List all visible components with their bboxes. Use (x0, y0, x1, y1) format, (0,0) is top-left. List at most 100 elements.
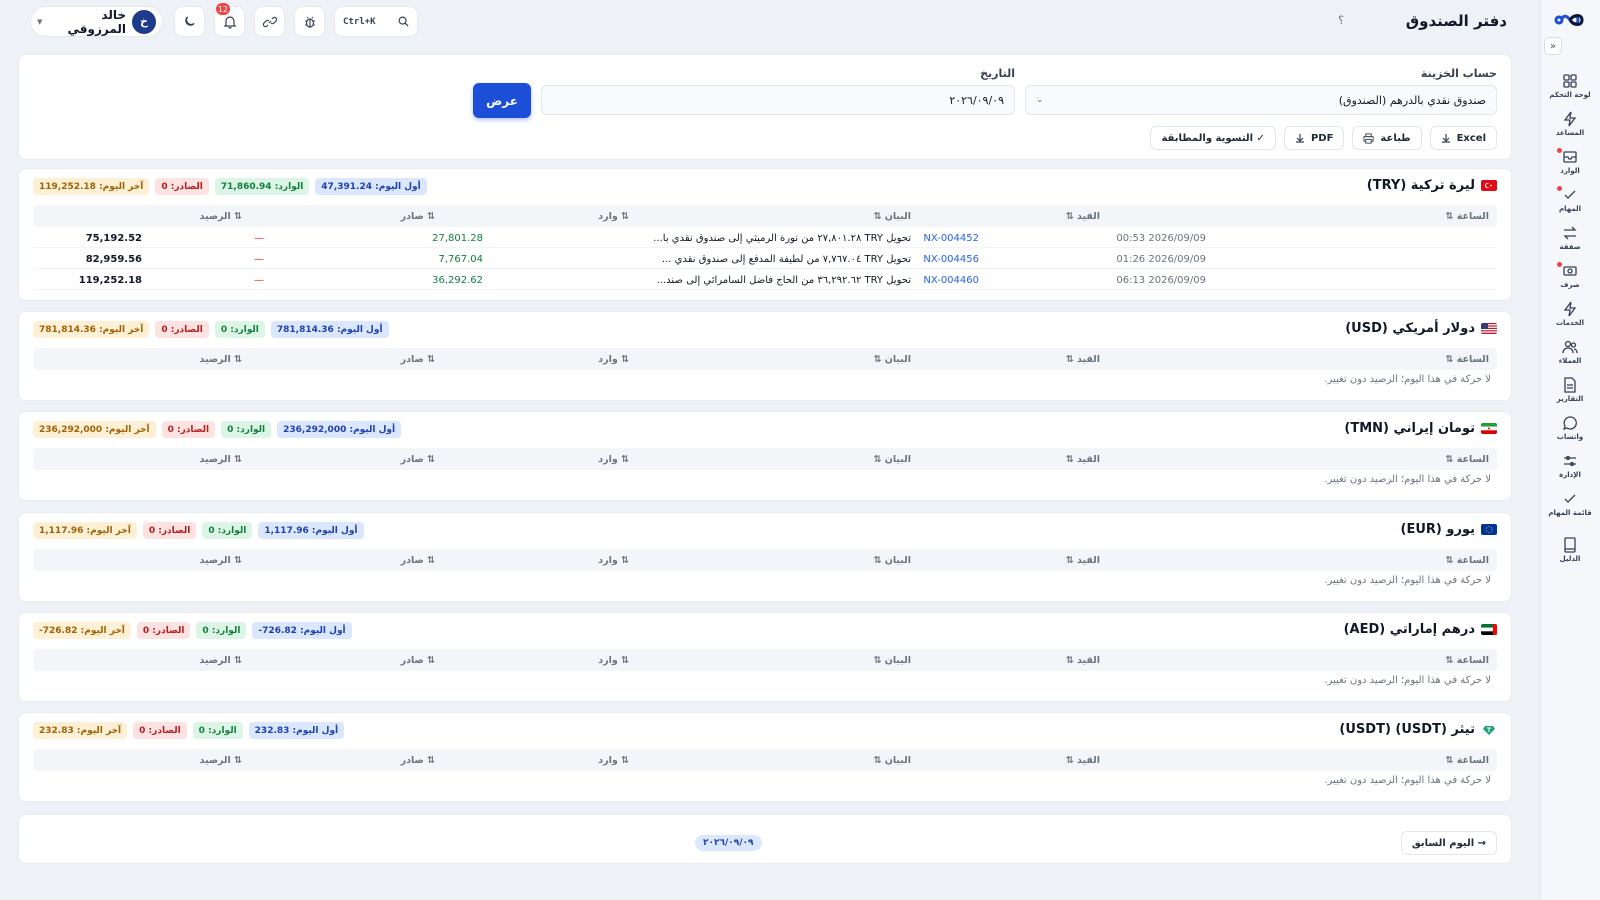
col-in[interactable]: ⇅ وارد (598, 348, 629, 370)
col-ref[interactable]: القيد ⇅ (1066, 649, 1100, 671)
bug-report-button[interactable] (294, 6, 325, 37)
row-ref-link[interactable]: NX-004456 (923, 248, 979, 270)
col-out[interactable]: ⇅ صادر (401, 448, 435, 470)
col-desc[interactable]: البيان ⇅ (873, 205, 911, 227)
table-row[interactable]: 2026/09/09 01:26 NX-004456 تحويل TRY ٧,٧٦٧… (33, 248, 1497, 269)
theme-toggle-button[interactable] (174, 6, 205, 37)
sidebar-item-5[interactable]: صرف (1540, 256, 1600, 294)
link-button[interactable] (254, 6, 285, 37)
flag-icon (1481, 524, 1497, 535)
date-input[interactable]: ٢٠٢٦/٠٩/٠٩ (541, 85, 1015, 115)
logo-icon[interactable] (1552, 8, 1588, 32)
col-desc[interactable]: البيان ⇅ (873, 348, 911, 370)
col-time[interactable]: الساعة ⇅ (1445, 549, 1489, 571)
export-excel-button[interactable]: Excel (1429, 126, 1497, 150)
currency-header: تيثر (USDT) (USDT) أول اليوم: 232.83 الوار… (33, 721, 1497, 743)
currency-name: يورو (EUR) (1400, 522, 1475, 537)
col-ref[interactable]: القيد ⇅ (1066, 549, 1100, 571)
sidebar-item-1[interactable]: المساعد (1540, 104, 1600, 142)
sidebar-item-4[interactable]: صفقة (1540, 218, 1600, 256)
col-in[interactable]: ⇅ وارد (598, 749, 629, 771)
col-out[interactable]: ⇅ صادر (401, 549, 435, 571)
col-out[interactable]: ⇅ صادر (401, 348, 435, 370)
col-out[interactable]: ⇅ صادر (401, 749, 435, 771)
row-ref-link[interactable]: NX-004460 (923, 269, 979, 291)
outgoing-chip: الصادر: 0 (142, 522, 197, 539)
sidebar-item-label: واتساب (1556, 432, 1584, 441)
col-ref[interactable]: القيد ⇅ (1066, 205, 1100, 227)
col-desc[interactable]: البيان ⇅ (873, 549, 911, 571)
topbar: دفتر الصندوق ؟ Ctrl+K 12 خ خالد المرزوقي… (0, 0, 1540, 44)
currency-section-ir: تومان إيراني (TMN) أول اليوم: 236,292,000… (18, 411, 1512, 501)
sidebar-item-7[interactable]: العملاء (1540, 332, 1600, 370)
bolt-icon (1563, 301, 1577, 316)
user-menu[interactable]: خ خالد المرزوقي ▼ (30, 6, 163, 37)
bolt-icon (1563, 111, 1577, 126)
col-balance[interactable]: ⇅ الرصيد (199, 348, 242, 370)
col-time[interactable]: الساعة ⇅ (1445, 649, 1489, 671)
col-time[interactable]: الساعة ⇅ (1445, 348, 1489, 370)
sidebar-item-12[interactable]: الدليل (1540, 530, 1600, 568)
previous-day-button[interactable]: → اليوم السابق (1400, 831, 1497, 855)
col-out[interactable]: ⇅ صادر (401, 649, 435, 671)
col-in[interactable]: ⇅ وارد (598, 649, 629, 671)
search-shortcut: Ctrl+K (343, 16, 376, 27)
row-in: 7,767.04 (438, 253, 483, 265)
sidebar-item-2[interactable]: الوارد (1540, 142, 1600, 180)
table-header: الساعة ⇅ القيد ⇅ البيان ⇅ ⇅ وارد ⇅ صادر ⇅ الر… (33, 448, 1497, 470)
account-select[interactable]: صندوق نقدي بالدرهم (الصندوق) ⌄ (1025, 85, 1497, 115)
sliders-icon (1564, 455, 1576, 466)
opening-balance-chip: أول اليوم: 1,117.96 (258, 522, 364, 539)
col-in[interactable]: ⇅ وارد (598, 205, 629, 227)
table-row[interactable]: 2026/09/09 06:13 NX-004460 تحويل TRY ٣٦,٢٩… (33, 269, 1497, 290)
sidebar-item-6[interactable]: الخدمات (1540, 294, 1600, 332)
sidebar-item-9[interactable]: واتساب (1540, 408, 1600, 446)
col-ref[interactable]: القيد ⇅ (1066, 749, 1100, 771)
opening-balance-chip: أول اليوم: 781,814.36 (270, 321, 389, 338)
flag-icon (1481, 180, 1497, 191)
row-balance: 119,252.18 (78, 274, 142, 286)
col-time[interactable]: الساعة ⇅ (1445, 448, 1489, 470)
row-desc: تحويل TRY ٣٦,٢٩٢.٦٢ من الحاج فاضل السامر… (656, 274, 911, 286)
sidebar-item-label: الخدمات (1555, 318, 1585, 327)
col-balance[interactable]: ⇅ الرصيد (199, 448, 242, 470)
col-balance[interactable]: ⇅ الرصيد (199, 649, 242, 671)
opening-balance-chip: أول اليوم: 236,292,000 (277, 421, 402, 438)
sidebar-item-0[interactable]: لوحة التحكم (1540, 66, 1600, 104)
col-in[interactable]: ⇅ وارد (598, 549, 629, 571)
col-ref[interactable]: القيد ⇅ (1066, 448, 1100, 470)
col-out[interactable]: ⇅ صادر (401, 205, 435, 227)
currency-header: تومان إيراني (TMN) أول اليوم: 236,292,000… (33, 420, 1497, 442)
help-icon[interactable]: ؟ (1338, 14, 1344, 27)
col-desc[interactable]: البيان ⇅ (873, 649, 911, 671)
sidebar-item-8[interactable]: التقارير (1540, 370, 1600, 408)
sidebar-item-11[interactable]: قائمة المهام (1540, 484, 1600, 522)
table-header: الساعة ⇅ القيد ⇅ البيان ⇅ ⇅ وارد ⇅ صادر ⇅ الر… (33, 749, 1497, 771)
notifications-button[interactable]: 12 (214, 3, 245, 37)
closing-balance-chip: آخر اليوم: 232.83 (33, 722, 128, 739)
currency-section-tr: ليرة تركية (TRY) أول اليوم: 47,391.24 الوا… (18, 168, 1512, 301)
collapse-sidebar-button[interactable]: « (1544, 37, 1562, 55)
export-pdf-button[interactable]: PDF (1283, 126, 1345, 150)
col-ref[interactable]: القيد ⇅ (1066, 348, 1100, 370)
table-header: الساعة ⇅ القيد ⇅ البيان ⇅ ⇅ وارد ⇅ صادر ⇅ الر… (33, 205, 1497, 227)
col-balance[interactable]: ⇅ الرصيد (199, 205, 242, 227)
search-button[interactable]: Ctrl+K (334, 6, 418, 37)
sidebar-item-3[interactable]: المهام (1540, 180, 1600, 218)
col-balance[interactable]: ⇅ الرصيد (199, 549, 242, 571)
sidebar-item-10[interactable]: الإدارة (1540, 446, 1600, 484)
col-time[interactable]: الساعة ⇅ (1445, 205, 1489, 227)
row-ref-link[interactable]: NX-004452 (923, 227, 979, 249)
col-time[interactable]: الساعة ⇅ (1445, 749, 1489, 771)
row-out: — (254, 232, 264, 244)
col-desc[interactable]: البيان ⇅ (873, 749, 911, 771)
table-header: الساعة ⇅ القيد ⇅ البيان ⇅ ⇅ وارد ⇅ صادر ⇅ الر… (33, 348, 1497, 370)
show-button[interactable]: عرض (473, 83, 531, 118)
print-button[interactable]: طباعة (1352, 126, 1422, 150)
col-in[interactable]: ⇅ وارد (598, 448, 629, 470)
table-row[interactable]: 2026/09/09 00:53 NX-004452 تحويل TRY ٢٧,٨٠… (33, 227, 1497, 248)
col-desc[interactable]: البيان ⇅ (873, 448, 911, 470)
pdf-label: PDF (1310, 132, 1334, 144)
reconcile-button[interactable]: ✓ التسوية والمطابقة (1150, 126, 1276, 150)
col-balance[interactable]: ⇅ الرصيد (199, 749, 242, 771)
